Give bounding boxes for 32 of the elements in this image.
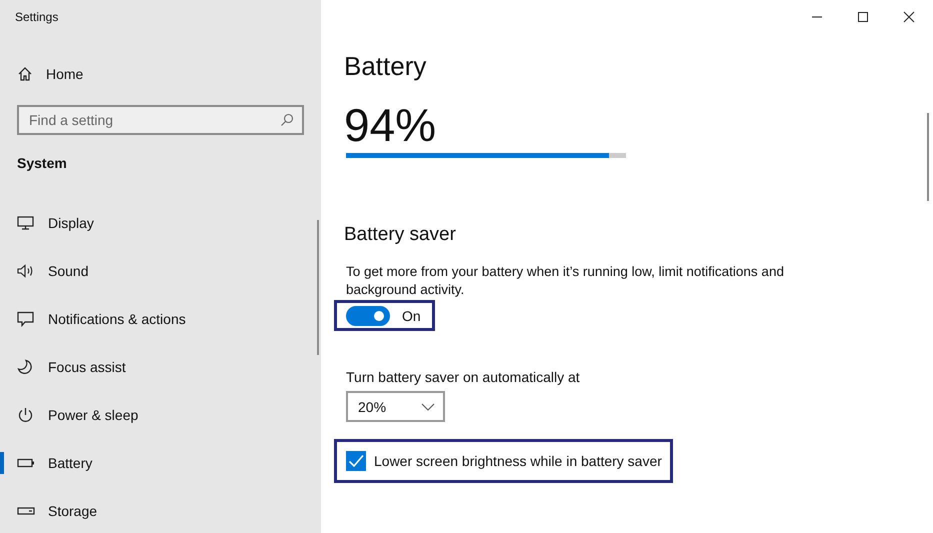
display-icon xyxy=(17,215,35,231)
search-icon xyxy=(280,113,294,127)
close-icon[interactable] xyxy=(903,11,915,23)
home-icon xyxy=(17,66,33,82)
section-heading: System xyxy=(17,155,68,173)
description-text: To get more from your battery when it’s running low, limit notifications and background activity. xyxy=(346,263,785,299)
window-title: Settings xyxy=(15,10,60,26)
sidebar-item[interactable]: Power & sleep xyxy=(0,391,321,439)
page-title: Battery xyxy=(344,51,428,82)
sidebar-item[interactable]: Focus assist xyxy=(0,343,321,391)
sidebar-item[interactable]: Storage xyxy=(0,487,321,533)
maximize-icon[interactable] xyxy=(857,11,869,23)
power-icon xyxy=(17,407,35,423)
sidebar-item[interactable]: Notifications & actions xyxy=(0,295,321,343)
notifications-icon xyxy=(17,311,35,327)
search-field[interactable]: Find a setting xyxy=(17,105,304,135)
threshold-dropdown[interactable]: 20% xyxy=(346,391,445,422)
home-nav-item[interactable]: Home xyxy=(0,60,321,88)
battery-percentage: 94% xyxy=(344,100,438,150)
section-heading: Battery saver xyxy=(344,224,457,246)
toggle-switch[interactable] xyxy=(346,306,390,326)
sidebar-item[interactable]: Display xyxy=(0,199,321,247)
sound-icon xyxy=(17,263,35,279)
sidebar-item[interactable]: Battery xyxy=(0,439,321,487)
checkbox-label: Lower screen brightness while in battery saver xyxy=(374,453,662,469)
scrollbar[interactable] xyxy=(927,113,929,201)
toggle-label: On xyxy=(402,308,421,324)
field-label: Turn battery saver on automatically at xyxy=(346,369,581,385)
sidebar-item[interactable]: Sound xyxy=(0,247,321,295)
checkbox[interactable] xyxy=(346,451,366,471)
chevron-down-icon xyxy=(421,402,435,410)
scrollbar[interactable] xyxy=(317,220,319,355)
